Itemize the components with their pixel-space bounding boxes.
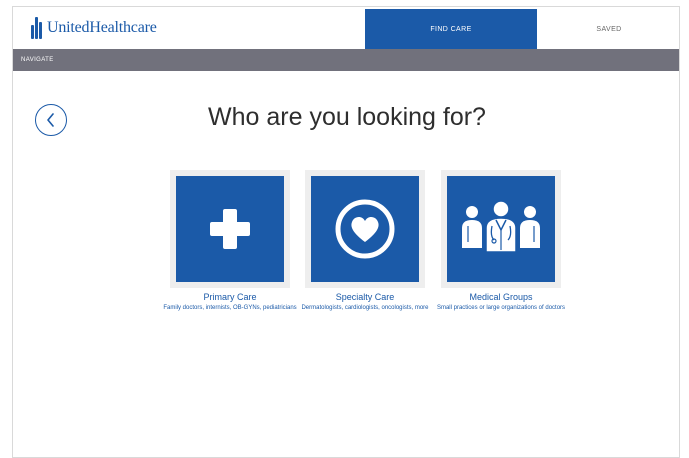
logo-mark-icon	[31, 17, 43, 39]
primary-care-title[interactable]: Primary Care	[160, 292, 300, 302]
specialty-care-tile[interactable]	[311, 176, 419, 282]
tab-saved[interactable]: SAVED	[537, 9, 679, 49]
primary-care-description: Family doctors, internists, OB-GYNs, ped…	[163, 305, 297, 311]
brand-logo[interactable]: UnitedHealthcare	[31, 17, 157, 39]
app-frame: UnitedHealthcare FIND CARE SAVED NAVIGAT…	[12, 6, 680, 458]
heart-icon	[335, 199, 395, 259]
medical-groups-tile[interactable]	[447, 176, 555, 282]
plus-icon	[210, 209, 250, 249]
page-title: Who are you looking for?	[208, 103, 486, 131]
specialty-care-title[interactable]: Specialty Care	[295, 292, 435, 302]
top-header: UnitedHealthcare FIND CARE SAVED	[13, 7, 679, 49]
specialty-care-card[interactable]	[305, 170, 425, 288]
tab-find-care[interactable]: FIND CARE	[365, 9, 537, 49]
primary-care-card[interactable]	[170, 170, 290, 288]
medical-groups-card[interactable]	[441, 170, 561, 288]
medical-groups-title[interactable]: Medical Groups	[431, 292, 571, 302]
doctors-group-icon	[462, 200, 540, 253]
navigation-bar[interactable]: NAVIGATE	[13, 49, 679, 71]
specialty-care-description: Dermatologists, cardiologists, oncologis…	[301, 305, 429, 311]
navigate-label[interactable]: NAVIGATE	[21, 57, 54, 63]
brand-name: UnitedHealthcare	[47, 19, 157, 36]
primary-care-tile[interactable]	[176, 176, 284, 282]
medical-groups-description: Small practices or large organizations o…	[436, 305, 566, 311]
